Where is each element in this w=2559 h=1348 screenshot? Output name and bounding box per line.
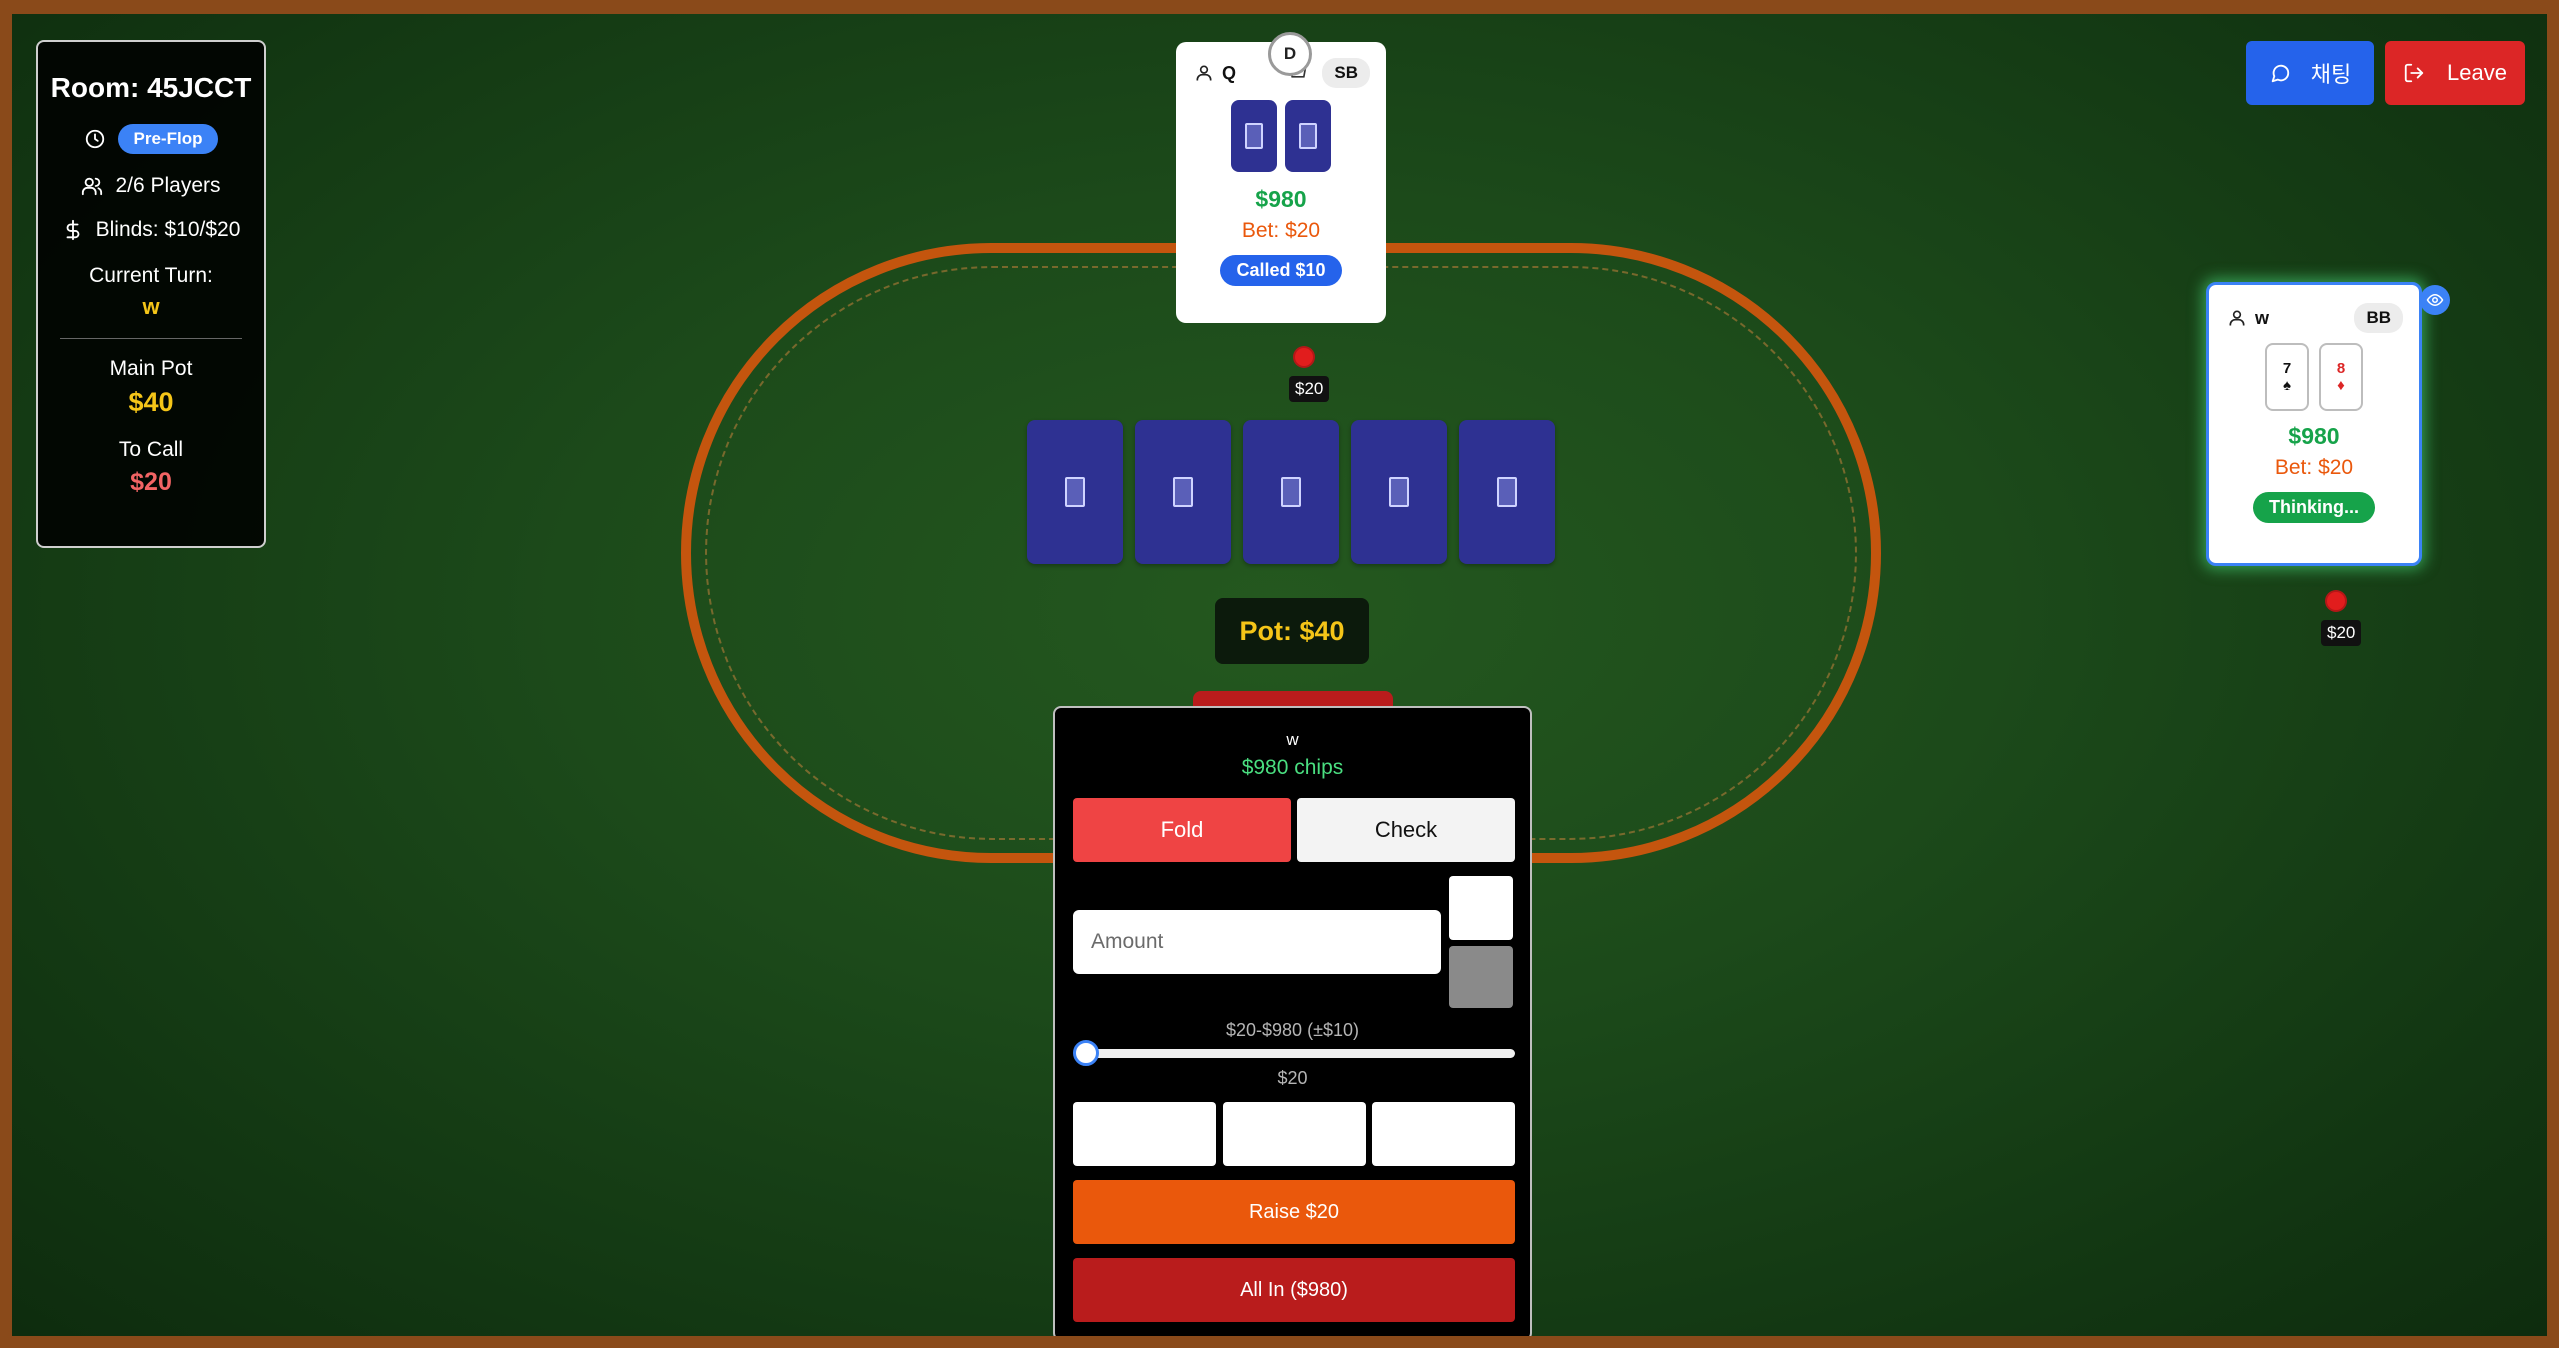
chat-button-label: 채팅 [2310, 62, 2352, 87]
position-badge: BB [2354, 303, 2403, 333]
preset-bet-button[interactable] [1223, 1102, 1366, 1166]
poker-table-screen: Room: 45JCCT Pre-Flop 2/6 Players Blinds… [12, 14, 2547, 1336]
user-icon [1196, 65, 1212, 81]
hole-cards: 7 ♠ 8 ♦ [2209, 343, 2419, 411]
room-title: Room: 45JCCT [50, 72, 252, 103]
raise-slider-track[interactable] [1083, 1049, 1515, 1058]
player-bet: Bet: $20 [1241, 219, 1321, 242]
bet-chip-icon [2325, 590, 2347, 612]
amount-increase-button[interactable] [1449, 876, 1513, 940]
phase-row: Pre-Flop [38, 124, 264, 154]
phase-badge: Pre-Flop [117, 124, 219, 154]
status-wrap: Thinking... [2209, 492, 2419, 523]
users-icon [82, 177, 103, 196]
players-count: 2/6 Players [115, 174, 221, 197]
card-rank: 8 [2336, 360, 2346, 377]
bet-chip-icon [1293, 346, 1315, 368]
blinds-row: Blinds: $10/$20 [38, 218, 264, 242]
to-call-value: $20 [130, 468, 172, 496]
community-card-back [1459, 420, 1555, 564]
player-chips: $980 [1255, 186, 1307, 212]
player-name-text: Q [1222, 62, 1237, 83]
room-info-panel: Room: 45JCCT Pre-Flop 2/6 Players Blinds… [36, 40, 266, 548]
bet-chip-amount: $20 [1289, 376, 1330, 402]
raise-slider-thumb[interactable] [1073, 1040, 1099, 1066]
bet-chip-amount: $20 [2321, 620, 2362, 646]
raise-button[interactable]: Raise $20 [1073, 1180, 1515, 1244]
card-back [1285, 100, 1331, 172]
raise-range-label: $20-$980 (±$10) [1226, 1020, 1359, 1040]
status-wrap: Called $10 [1176, 255, 1386, 286]
dollar-icon [66, 219, 79, 241]
leave-button-label: Leave [2447, 60, 2507, 85]
amount-input[interactable] [1073, 910, 1441, 974]
chat-bubble-icon [2271, 64, 2289, 83]
seat-header: w BB [2209, 303, 2419, 333]
player-name: Q [1194, 63, 1236, 84]
fold-button[interactable]: Fold [1073, 798, 1291, 862]
player-seat-q: Q SB $980 Bet: $20 Called $10 [1176, 42, 1386, 323]
chat-button[interactable]: 채팅 [2246, 41, 2374, 105]
current-turn-value: w [142, 294, 160, 319]
raise-slider-value: $20 [1277, 1068, 1308, 1088]
main-pot-label: Main Pot [109, 357, 193, 380]
hole-cards [1176, 100, 1386, 172]
main-pot-value: $40 [128, 387, 174, 417]
player-name-text: w [2255, 307, 2270, 328]
check-button[interactable]: Check [1297, 798, 1515, 862]
card-suit-diamond-icon: ♦ [2337, 377, 2345, 394]
dealer-button: D [1268, 32, 1312, 76]
clock-icon [85, 129, 104, 149]
to-call-label: To Call [118, 438, 184, 461]
community-card-back [1243, 420, 1339, 564]
action-panel: w $980 chips Fold Check $20-$980 (±$10) … [1053, 706, 1532, 1336]
logout-icon [2404, 63, 2424, 83]
user-icon [2229, 310, 2245, 326]
position-badge: SB [1322, 58, 1370, 88]
player-status-badge: Thinking... [2253, 492, 2375, 523]
community-card-back [1027, 420, 1123, 564]
playing-card: 8 ♦ [2319, 343, 2363, 411]
all-in-button[interactable]: All In ($980) [1073, 1258, 1515, 1322]
playing-card: 7 ♠ [2265, 343, 2309, 411]
blinds-text: Blinds: $10/$20 [95, 218, 241, 241]
player-chips: $980 [2288, 423, 2340, 449]
current-turn-label: Current Turn: [89, 264, 213, 287]
pot-display: Pot: $40 [1215, 598, 1369, 664]
player-status-badge: Called $10 [1220, 255, 1342, 286]
card-suit-spade-icon: ♠ [2283, 377, 2291, 394]
amount-decrease-button[interactable] [1449, 946, 1513, 1008]
preset-bet-button[interactable] [1372, 1102, 1515, 1166]
eye-icon[interactable] [2420, 285, 2450, 315]
card-rank: 7 [2282, 360, 2292, 377]
player-bet: Bet: $20 [2274, 456, 2354, 479]
player-name: w [2227, 308, 2269, 329]
community-card-back [1351, 420, 1447, 564]
community-card-back [1135, 420, 1231, 564]
leave-button[interactable]: Leave [2385, 41, 2525, 105]
community-cards [1027, 420, 1555, 564]
players-row: 2/6 Players [38, 174, 264, 198]
preset-bet-button[interactable] [1073, 1102, 1216, 1166]
divider [60, 338, 242, 339]
action-player-chips: $980 chips [1241, 756, 1344, 779]
player-seat-w: w BB 7 ♠ 8 ♦ $980 Bet: $20 Thinking... [2206, 282, 2422, 566]
action-player-name: w [1286, 730, 1299, 749]
card-back [1231, 100, 1277, 172]
